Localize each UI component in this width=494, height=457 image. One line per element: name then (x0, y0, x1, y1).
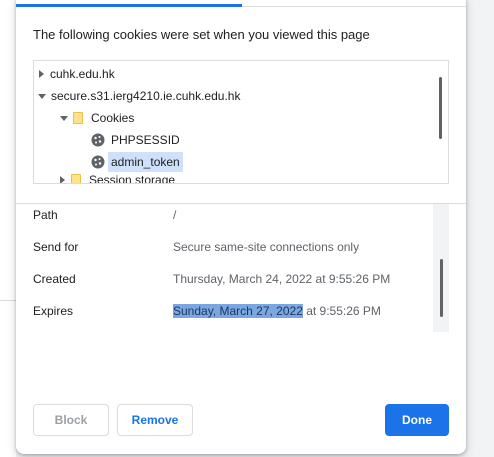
detail-key: Expires (33, 304, 74, 318)
detail-key: Path (33, 208, 58, 222)
detail-key: Created (33, 272, 76, 286)
collapse-arrow-icon[interactable] (60, 115, 68, 121)
selected-text: Sunday, March 27, 2022 (173, 304, 303, 318)
detail-value: Thursday, March 24, 2022 at 9:55:26 PM (173, 272, 391, 286)
tree-item-domain[interactable]: cuhk.edu.hk (39, 64, 115, 84)
folder-icon (73, 112, 83, 124)
detail-value: Secure same-site connections only (173, 240, 360, 254)
detail-value: Sunday, March 27, 2022 at 9:55:26 PM (173, 303, 381, 319)
tab-divider (242, 6, 466, 7)
background-divider (0, 300, 16, 301)
cookies-dialog: The following cookies were set when you … (16, 0, 466, 454)
tree-item-label: PHPSESSID (111, 133, 180, 147)
section-divider (16, 203, 466, 204)
tree-scrollbar[interactable] (439, 77, 442, 139)
tree-item-label-selected: admin_token (108, 152, 183, 172)
tree-item-session-storage[interactable]: Session storage (60, 170, 176, 184)
collapse-arrow-icon[interactable] (38, 93, 46, 99)
dialog-heading: The following cookies were set when you … (33, 27, 370, 42)
folder-icon (71, 174, 81, 183)
cookie-tree[interactable]: cuhk.edu.hk secure.s31.ierg4210.ie.cuhk.… (33, 60, 449, 184)
details-scrollbar-thumb[interactable] (440, 259, 443, 317)
remove-button[interactable]: Remove (117, 404, 193, 436)
detail-value: / (173, 208, 177, 222)
detail-key: Send for (33, 240, 79, 254)
tree-item-cookie-admin-token[interactable]: admin_token (91, 152, 183, 172)
tree-item-label: Session storage (89, 173, 176, 184)
active-tab-indicator (16, 4, 242, 7)
cookie-icon (91, 155, 105, 169)
expand-arrow-icon[interactable] (39, 70, 44, 78)
tree-item-site[interactable]: secure.s31.ierg4210.ie.cuhk.edu.hk (38, 86, 240, 106)
detail-value-rest: at 9:55:26 PM (302, 304, 381, 318)
block-button[interactable]: Block (33, 404, 109, 436)
tree-item-label: cuhk.edu.hk (50, 67, 115, 81)
tree-item-label: secure.s31.ierg4210.ie.cuhk.edu.hk (51, 89, 241, 103)
tree-item-label: Cookies (91, 111, 135, 125)
tree-item-cookies-folder[interactable]: Cookies (60, 108, 134, 128)
tree-item-cookie-phpsessid[interactable]: PHPSESSID (91, 130, 180, 150)
done-button[interactable]: Done (385, 404, 449, 436)
cookie-icon (91, 133, 105, 147)
background-page (0, 0, 16, 457)
expand-arrow-icon[interactable] (60, 176, 65, 183)
